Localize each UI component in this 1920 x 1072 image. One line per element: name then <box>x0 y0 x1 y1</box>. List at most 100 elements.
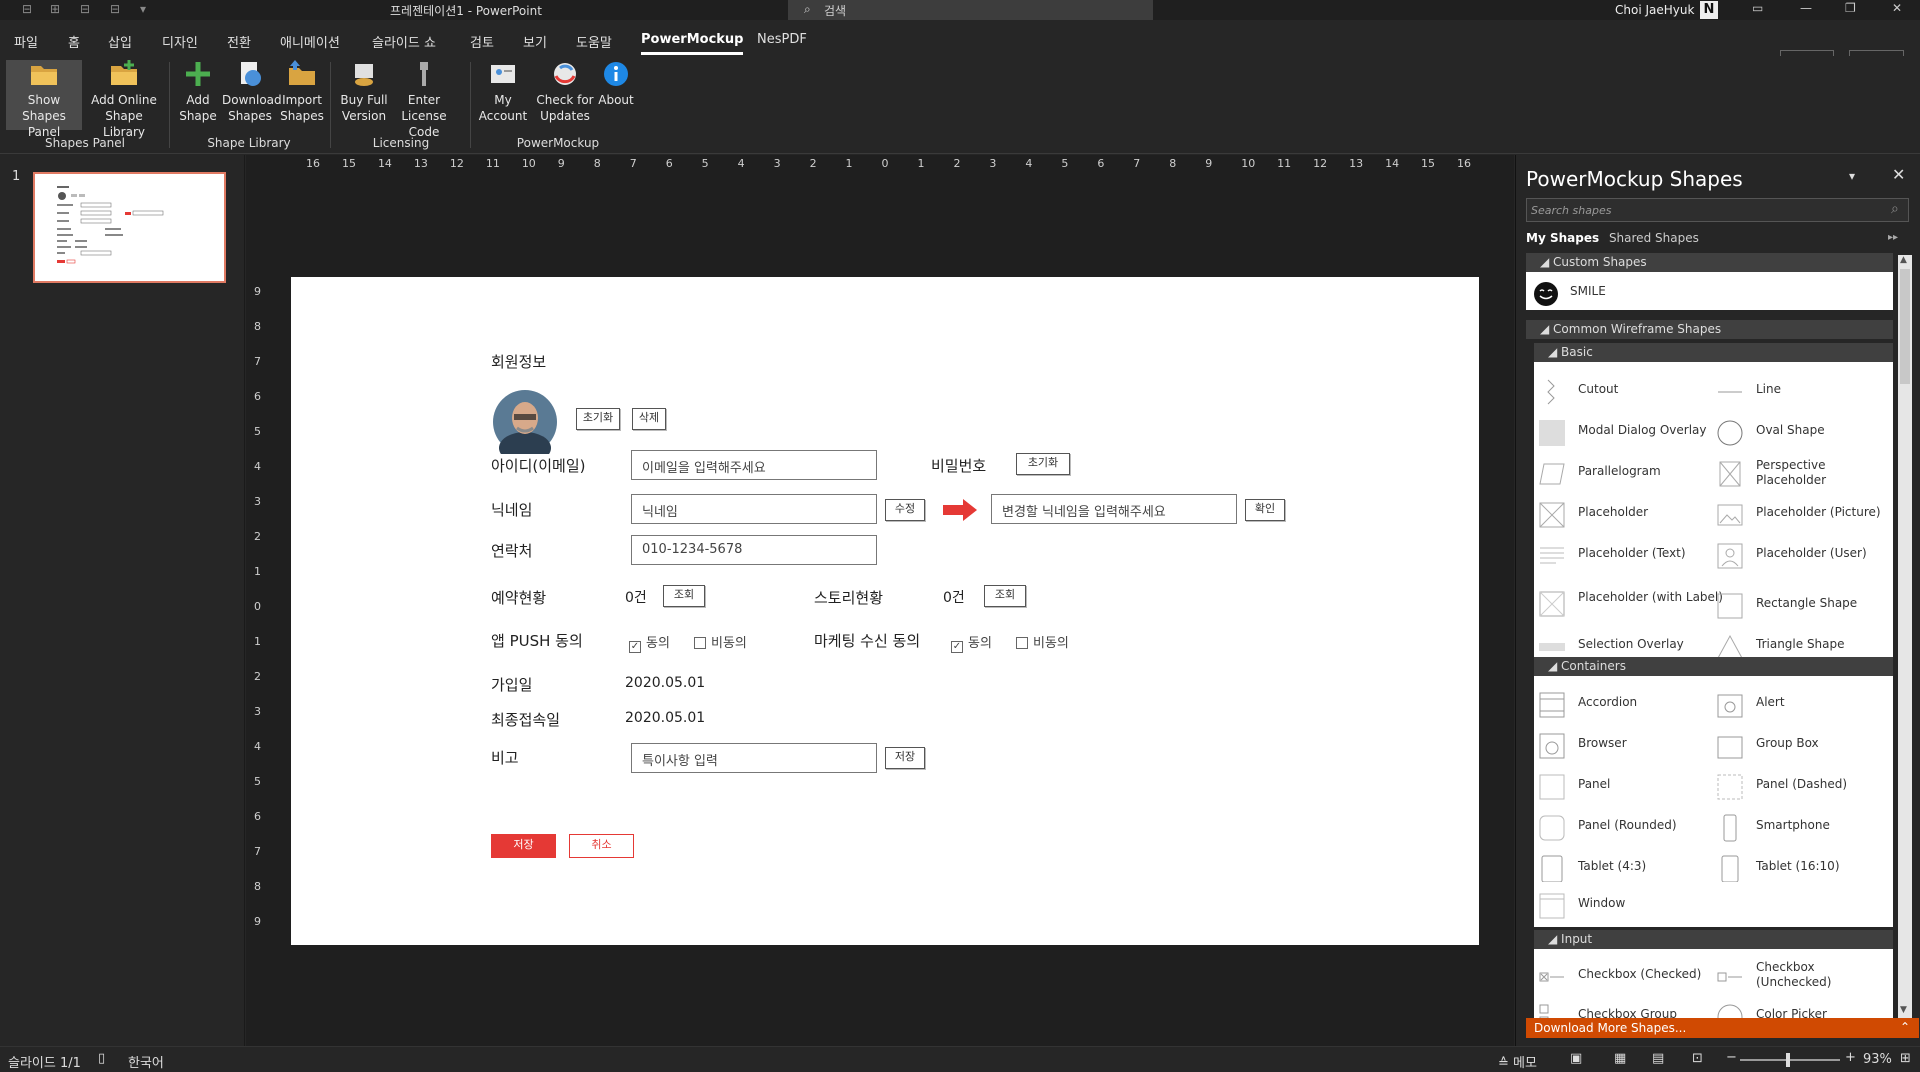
reservation-view-button[interactable]: 조회 <box>663 585 705 607</box>
shape-item-window[interactable]: Window <box>1539 893 1625 919</box>
language-indicator[interactable]: 한국어 <box>128 1052 164 1071</box>
close-icon[interactable]: ✕ <box>1892 1 1902 15</box>
shape-item-perspective-placeholder[interactable]: Perspective Placeholder <box>1719 458 1893 488</box>
shape-item-checkbox-group[interactable]: Checkbox Group <box>1539 1004 1677 1018</box>
tab-design[interactable]: 디자인 <box>162 32 198 51</box>
shape-item-placeholder-text[interactable]: Placeholder (Text) <box>1540 546 1686 564</box>
tab-powermockup[interactable]: PowerMockup <box>641 32 744 55</box>
panel-options-icon[interactable]: ▾ <box>1849 169 1855 183</box>
buy-full-version-button[interactable]: Buy Full Version <box>336 60 392 124</box>
cancel-button[interactable]: 취소 <box>569 834 634 858</box>
slide-sorter-icon[interactable]: ▦ <box>1614 1051 1626 1066</box>
contact-field[interactable]: 010-1234-5678 <box>631 535 877 565</box>
zoom-slider[interactable] <box>1740 1053 1840 1067</box>
panel-close-icon[interactable]: ✕ <box>1892 165 1905 184</box>
scroll-down-icon[interactable]: ▼ <box>1900 1005 1907 1015</box>
about-button[interactable]: About <box>596 60 636 108</box>
shape-item-cutout[interactable]: Cutout <box>1547 379 1618 405</box>
shape-item-group-box[interactable]: Group Box <box>1717 736 1819 759</box>
shape-item-checkbox-checked[interactable]: Checkbox (Checked) <box>1539 967 1701 982</box>
tab-slideshow[interactable]: 슬라이드 쇼 <box>372 32 436 51</box>
shape-item-browser[interactable]: Browser <box>1539 733 1627 759</box>
tab-home[interactable]: 홈 <box>68 32 80 51</box>
user-badge[interactable]: N <box>1700 1 1718 19</box>
story-view-button[interactable]: 조회 <box>984 585 1026 607</box>
slide[interactable]: 회원정보 초기화 삭제 아이디(이메일) 이메일을 입력해주세요 비밀번호 초기… <box>291 277 1479 945</box>
zoom-out-icon[interactable]: − <box>1726 1050 1737 1065</box>
zoom-level[interactable]: 93% <box>1863 1052 1892 1067</box>
shape-item-oval-shape[interactable]: Oval Shape <box>1717 420 1825 446</box>
tab-file[interactable]: 파일 <box>14 32 38 51</box>
tab-help[interactable]: 도움말 <box>576 32 612 51</box>
shape-item-alert[interactable]: Alert <box>1717 694 1785 718</box>
category-custom-shapes[interactable]: ◢ Custom Shapes <box>1526 253 1893 272</box>
fit-to-window-icon[interactable]: ⊞ <box>1900 1051 1911 1066</box>
slide-thumbnail[interactable] <box>33 172 226 283</box>
user-name[interactable]: Choi JaeHyuk <box>1615 3 1694 17</box>
subcategory-basic[interactable]: ◢ Basic <box>1534 343 1893 362</box>
add-shape-button[interactable]: Add Shape <box>174 60 222 124</box>
shape-item-smile[interactable]: SMILE <box>1534 282 1606 306</box>
my-account-button[interactable]: My Account <box>478 60 528 124</box>
normal-view-icon[interactable]: ▣ <box>1570 1051 1582 1066</box>
shape-item-color-picker[interactable]: Color Picker <box>1717 1004 1827 1018</box>
shapes-search-input[interactable]: Search shapes ⌕ <box>1526 198 1909 222</box>
customize-qat-icon[interactable]: ▾ <box>140 2 146 16</box>
download-more-shapes-link[interactable]: Download More Shapes... ⌃ <box>1526 1018 1919 1038</box>
scroll-up-icon[interactable]: ▲ <box>1900 255 1907 265</box>
accessibility-icon[interactable]: ▯ <box>98 1051 105 1066</box>
shape-item-parallelogram[interactable]: Parallelogram <box>1539 463 1661 485</box>
scroll-thumb[interactable] <box>1900 269 1910 384</box>
nickname-edit-button[interactable]: 수정 <box>885 499 925 521</box>
note-save-button[interactable]: 저장 <box>885 747 925 769</box>
tab-review[interactable]: 검토 <box>470 32 494 51</box>
email-field[interactable]: 이메일을 입력해주세요 <box>631 450 877 480</box>
avatar-delete-button[interactable]: 삭제 <box>632 408 666 430</box>
shape-item-placeholder[interactable]: Placeholder <box>1539 502 1648 528</box>
nickname-field[interactable]: 닉네임 <box>631 494 877 524</box>
download-shapes-button[interactable]: Download Shapes <box>222 60 282 124</box>
shape-item-placeholder-with-label[interactable]: Placeholder (with Label) <box>1539 590 1723 617</box>
quick-access-icon[interactable]: ⊟ <box>22 2 32 16</box>
slideshow-icon[interactable]: ⊡ <box>1692 1051 1703 1066</box>
enter-license-code-button[interactable]: Enter License Code <box>388 60 460 140</box>
ribbon-display-icon[interactable]: ▭ <box>1752 1 1763 15</box>
marketing-agree-checkbox[interactable]: ✓ 동의 <box>951 632 992 653</box>
shape-item-placeholder-user[interactable]: Placeholder (User) <box>1717 543 1867 569</box>
notes-toggle[interactable]: ≙ 메모 <box>1498 1052 1537 1071</box>
push-agree-checkbox[interactable]: ✓ 동의 <box>629 632 670 653</box>
tab-my-shapes[interactable]: My Shapes <box>1526 231 1599 245</box>
shape-item-panel[interactable]: Panel <box>1539 774 1610 800</box>
shape-item-tablet-4-3[interactable]: Tablet (4:3) <box>1541 855 1646 883</box>
tab-view[interactable]: 보기 <box>523 32 547 51</box>
show-shapes-panel-button[interactable]: Show Shapes Panel <box>6 60 82 139</box>
check-for-updates-button[interactable]: Check for Updates <box>532 60 598 124</box>
shape-item-triangle-shape[interactable]: Triangle Shape <box>1717 634 1845 659</box>
shape-item-tablet-16-10[interactable]: Tablet (16:10) <box>1721 855 1840 883</box>
shape-item-rectangle-shape[interactable]: Rectangle Shape <box>1717 593 1857 619</box>
note-field[interactable]: 특이사항 입력 <box>631 743 877 773</box>
shape-item-smartphone[interactable]: Smartphone <box>1723 814 1830 842</box>
zoom-slider-thumb[interactable] <box>1786 1053 1790 1067</box>
shape-item-placeholder-picture[interactable]: Placeholder (Picture) <box>1717 504 1881 526</box>
quick-access-icon[interactable]: ⊟ <box>80 2 90 16</box>
shape-item-panel-rounded[interactable]: Panel (Rounded) <box>1539 815 1677 841</box>
tab-shared-shapes[interactable]: Shared Shapes <box>1609 231 1699 245</box>
password-reset-button[interactable]: 초기화 <box>1016 453 1070 475</box>
add-online-shape-library-button[interactable]: Add Online Shape Library <box>84 60 164 140</box>
category-common-wireframe[interactable]: ◢ Common Wireframe Shapes <box>1526 320 1893 339</box>
tab-scroll-icon[interactable]: ▸▸ <box>1888 232 1898 243</box>
nickname-confirm-button[interactable]: 확인 <box>1245 499 1285 521</box>
marketing-disagree-checkbox[interactable]: 비동의 <box>1016 632 1069 651</box>
shape-item-modal-dialog-overlay[interactable]: Modal Dialog Overlay <box>1539 420 1707 446</box>
save-button[interactable]: 저장 <box>491 834 556 858</box>
shape-item-panel-dashed[interactable]: Panel (Dashed) <box>1717 774 1847 800</box>
avatar-reset-button[interactable]: 초기화 <box>576 408 620 430</box>
shape-item-checkbox-unchecked[interactable]: Checkbox (Unchecked) <box>1717 960 1893 990</box>
restore-icon[interactable]: ❐ <box>1845 1 1856 15</box>
quick-access-icon[interactable]: ⊟ <box>110 2 120 16</box>
shape-item-accordion[interactable]: Accordion <box>1539 692 1637 718</box>
tab-nespdf[interactable]: NesPDF <box>757 32 807 47</box>
zoom-in-icon[interactable]: + <box>1845 1050 1856 1065</box>
tab-animations[interactable]: 애니메이션 <box>280 32 340 51</box>
